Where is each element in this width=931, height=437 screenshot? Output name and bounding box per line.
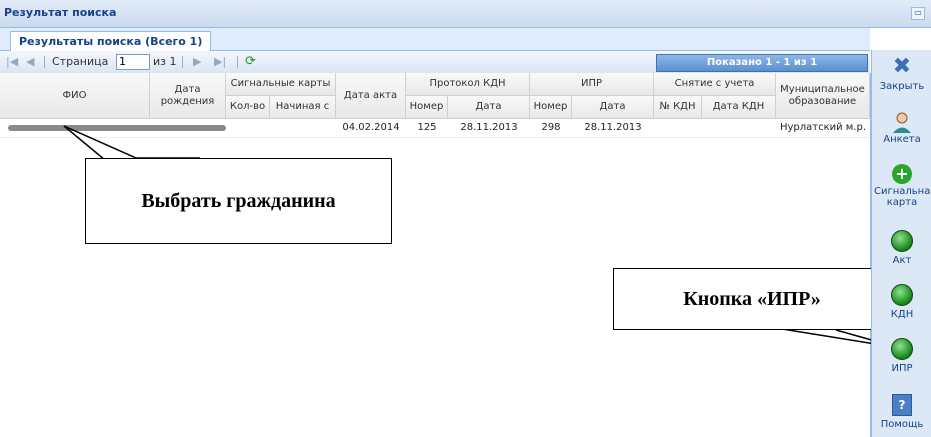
person-icon [893, 112, 911, 133]
toolbar-separator [182, 56, 183, 68]
callout-ipr-button: Кнопка «ИПР» [613, 268, 891, 330]
page-count-label: из 1 [153, 55, 177, 68]
col-header-signal-start[interactable]: Начиная с [270, 96, 336, 119]
close-icon: ✖ [892, 54, 912, 79]
col-header-ipr-number[interactable]: Номер [530, 96, 572, 119]
col-header-kdn-date[interactable]: Дата [448, 96, 530, 119]
help-icon: ? [892, 394, 912, 416]
col-header-kdn-protocol: Протокол КДН [406, 73, 530, 96]
act-button[interactable]: Акт [872, 230, 931, 266]
cell-ipr-date: 28.11.2013 [584, 122, 642, 133]
toolbar-separator [44, 56, 45, 68]
col-header-removal: Снятие с учета [654, 73, 776, 96]
cell-municipal: Нурлатский м.р. [779, 122, 867, 133]
close-label: Закрыть [879, 81, 925, 92]
callout-select-citizen: Выбрать гражданина [85, 158, 392, 244]
action-sidebar: ✖ Закрыть Анкета + Сигнальная карта Акт … [871, 50, 931, 437]
cell-act-date: 04.02.2014 [342, 122, 400, 133]
cell-kdn-date: 28.11.2013 [460, 122, 518, 133]
kdn-label: КДН [890, 309, 914, 320]
restore-icon[interactable]: ▭ [911, 7, 925, 20]
col-header-kdn-number[interactable]: Номер [406, 96, 448, 119]
help-button[interactable]: ? Помощь [872, 394, 931, 430]
green-circle-icon [891, 230, 913, 252]
col-header-birth[interactable]: Дата рождения [150, 73, 226, 119]
col-header-signal-cards: Сигнальные карты [226, 73, 336, 96]
col-header-act-date[interactable]: Дата акта [336, 73, 406, 119]
prev-page-icon[interactable]: ◀ [26, 55, 34, 68]
paging-toolbar: |◀ ◀ Страница 1 из 1 ▶ ▶| ⟳ Показано 1 -… [0, 51, 870, 74]
cell-ipr-number: 298 [541, 122, 561, 133]
act-label: Акт [892, 255, 912, 266]
table-row[interactable]: 04.02.2014 125 28.11.2013 298 28.11.2013… [0, 119, 870, 138]
col-header-removal-kdn-no[interactable]: № КДН [654, 96, 702, 119]
page-label: Страница [52, 55, 109, 68]
col-header-fio[interactable]: ФИО [0, 73, 150, 119]
anketa-label: Анкета [883, 134, 921, 145]
paging-status: Показано 1 - 1 из 1 [656, 54, 868, 72]
window-title: Результат поиска [4, 6, 117, 19]
signal-card-label: Сигнальная карта [874, 186, 931, 208]
tab-strip: Результаты поиска (Всего 1) [0, 28, 870, 51]
cell-kdn-number: 125 [417, 122, 437, 133]
green-circle-icon [891, 284, 913, 306]
refresh-icon[interactable]: ⟳ [245, 54, 256, 69]
col-header-ipr: ИПР [530, 73, 654, 96]
next-page-icon[interactable]: ▶ [193, 55, 201, 68]
toolbar-separator [237, 56, 238, 68]
green-circle-icon [891, 338, 913, 360]
col-header-removal-kdn-date[interactable]: Дата КДН [702, 96, 776, 119]
col-header-signal-count[interactable]: Кол-во [226, 96, 270, 119]
tab-search-results[interactable]: Результаты поиска (Всего 1) [10, 31, 212, 51]
help-label: Помощь [880, 419, 924, 430]
anketa-button[interactable]: Анкета [872, 112, 931, 145]
page-number-input[interactable]: 1 [116, 54, 150, 70]
last-page-icon[interactable]: ▶| [214, 55, 226, 68]
ipr-button[interactable]: ИПР [872, 338, 931, 374]
add-icon: + [892, 164, 912, 184]
first-page-icon[interactable]: |◀ [6, 55, 18, 68]
window-titlebar: Результат поиска ▭ [0, 0, 931, 28]
kdn-button[interactable]: КДН [872, 284, 931, 320]
results-grid: ФИО Дата рождения Сигнальные карты Кол-в… [0, 73, 871, 437]
col-header-municipal[interactable]: Муниципальное образование [776, 73, 870, 119]
col-header-ipr-date[interactable]: Дата [572, 96, 654, 119]
ipr-label: ИПР [891, 363, 913, 374]
close-button[interactable]: ✖ Закрыть [872, 54, 931, 93]
redacted-fio [8, 125, 226, 131]
signal-card-button[interactable]: + Сигнальная карта [872, 164, 931, 208]
